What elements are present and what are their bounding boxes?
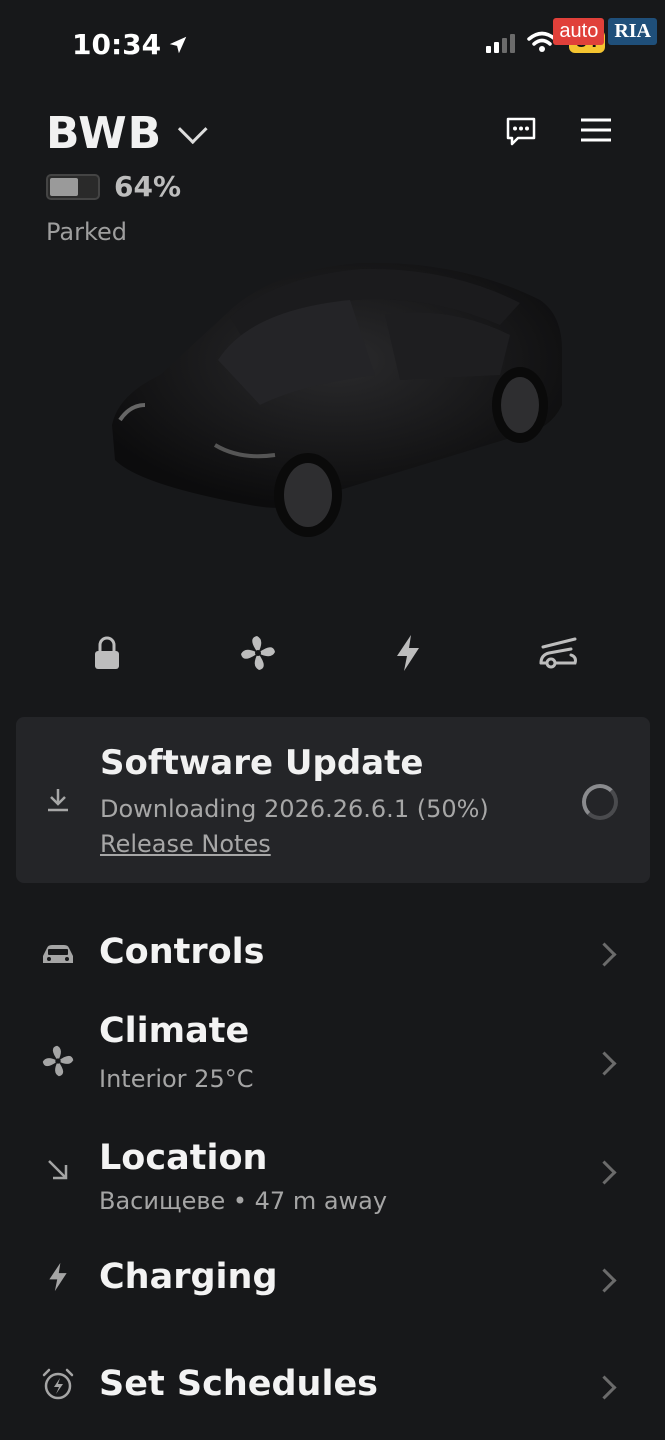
messages-icon[interactable] bbox=[504, 114, 538, 148]
frunk-button[interactable] bbox=[533, 628, 583, 678]
location-arrow-icon bbox=[40, 1152, 76, 1188]
menu-title-location: Location bbox=[99, 1138, 268, 1178]
battery-icon bbox=[46, 173, 100, 200]
menu-item-controls[interactable]: Controls bbox=[0, 920, 665, 988]
menu-title-charging: Charging bbox=[99, 1257, 278, 1297]
climate-quick-button[interactable] bbox=[233, 628, 283, 678]
menu-item-charging[interactable]: Charging bbox=[0, 1245, 665, 1313]
location-arrow-icon bbox=[169, 36, 187, 53]
vehicle-selector[interactable]: BWB bbox=[46, 108, 208, 159]
lock-button[interactable] bbox=[82, 628, 132, 678]
chevron-right-icon bbox=[592, 1051, 617, 1076]
software-update-card[interactable]: Software Update Downloading 2026.26.6.1 … bbox=[16, 717, 650, 883]
vehicle-name: BWB bbox=[46, 108, 163, 159]
status-time: 10:34 bbox=[72, 28, 189, 61]
menu-title-schedules: Set Schedules bbox=[99, 1364, 379, 1404]
menu-subtitle-climate: Interior 25°C bbox=[99, 1065, 254, 1093]
download-progress-spinner bbox=[582, 784, 618, 820]
menu-item-location[interactable]: Location Васищеве • 47 m away bbox=[0, 1132, 665, 1232]
chevron-down-icon bbox=[178, 114, 208, 145]
download-icon bbox=[48, 789, 68, 812]
watermark-logo: auto RIA bbox=[553, 18, 657, 45]
cell-signal-icon bbox=[485, 31, 515, 53]
software-update-status: Downloading 2026.26.6.1 (50%) bbox=[100, 795, 489, 823]
vehicle-image bbox=[112, 262, 562, 537]
fan-icon bbox=[241, 636, 275, 670]
battery-level-fill bbox=[50, 177, 78, 196]
battery-status: 64% bbox=[46, 170, 181, 203]
watermark-auto: auto bbox=[553, 18, 605, 45]
menu-subtitle-location: Васищеве • 47 m away bbox=[99, 1187, 388, 1215]
alarm-clock-icon bbox=[40, 1366, 76, 1402]
vehicle-state: Parked bbox=[46, 218, 128, 246]
chevron-right-icon bbox=[592, 1268, 617, 1293]
bolt-icon bbox=[40, 1259, 76, 1295]
chevron-right-icon bbox=[592, 1375, 617, 1400]
charge-port-button[interactable] bbox=[383, 628, 433, 678]
frunk-icon bbox=[539, 637, 577, 669]
battery-percent: 64% bbox=[114, 170, 182, 203]
chevron-right-icon bbox=[592, 942, 617, 967]
car-icon bbox=[40, 936, 76, 972]
menu-icon[interactable] bbox=[579, 114, 613, 148]
software-update-title: Software Update bbox=[100, 743, 424, 783]
fan-icon bbox=[40, 1043, 76, 1079]
wifi-icon bbox=[526, 31, 557, 52]
menu-title-controls: Controls bbox=[99, 932, 265, 972]
lock-icon bbox=[95, 636, 119, 669]
chevron-right-icon bbox=[592, 1160, 617, 1185]
release-notes-link[interactable]: Release Notes bbox=[100, 830, 271, 858]
menu-title-climate: Climate bbox=[99, 1011, 250, 1051]
bolt-icon bbox=[397, 635, 419, 671]
menu-item-schedules[interactable]: Set Schedules bbox=[0, 1352, 665, 1420]
watermark-ria: RIA bbox=[608, 18, 657, 45]
menu-item-climate[interactable]: Climate Interior 25°C bbox=[0, 1005, 665, 1105]
